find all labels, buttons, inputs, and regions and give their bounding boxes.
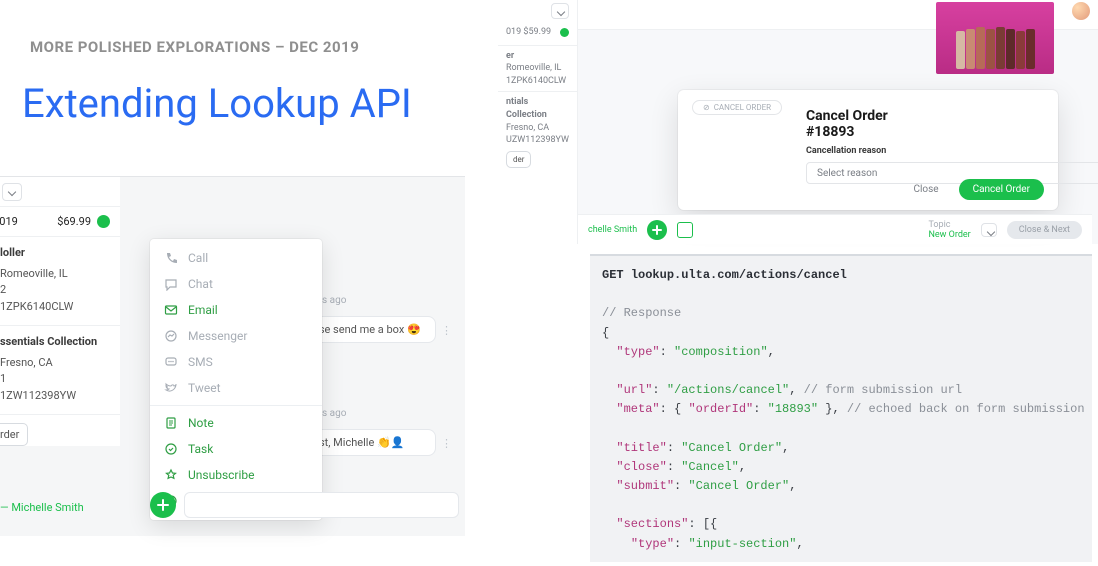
card-title: loller <box>0 245 110 262</box>
cancel-order-modal: ⊘ CANCEL ORDER Cancel Order #18893 Cance… <box>678 90 1058 210</box>
cancel-pill-label: CANCEL ORDER <box>714 103 771 112</box>
status-dot-icon <box>560 28 569 37</box>
right-mock-container: 019 $59.99 er Romeoville, IL 1ZPK6140CLW… <box>498 0 1098 244</box>
dropdown-item-label: Task <box>188 442 213 456</box>
compose-dropdown: Call Chat Email Messenger SMS Tweet Note Task Un… <box>150 239 322 520</box>
page-title: Extending Lookup API <box>22 80 412 127</box>
cancel-order-button[interactable]: Cancel Order <box>959 179 1044 200</box>
dropdown-item-chat[interactable]: Chat <box>150 271 322 297</box>
order-sidebar: der 1, 2019 $69.99 loller Romeoville, IL… <box>0 177 120 446</box>
dropdown-item-messenger[interactable]: Messenger <box>150 323 322 349</box>
sms-icon <box>164 355 178 369</box>
topic-value[interactable]: New Order <box>928 230 970 240</box>
modal-backdrop: ⊘ CANCEL ORDER Cancel Order #18893 Cance… <box>578 0 1098 244</box>
dropdown-item-label: Tweet <box>188 381 221 395</box>
home-icon[interactable] <box>677 222 693 238</box>
dropdown-item-label: Messenger <box>188 329 247 343</box>
modal-title: Cancel Order #18893 <box>806 108 938 140</box>
order-date: 1, 2019 <box>0 215 18 228</box>
dropdown-item-sms[interactable]: SMS <box>150 349 322 375</box>
close-next-button[interactable]: Close & Next <box>1007 221 1082 239</box>
left-mock-container: der 1, 2019 $69.99 loller Romeoville, IL… <box>0 176 465 536</box>
cancel-icon: ⊘ <box>703 103 710 112</box>
order-summary-row[interactable]: 1, 2019 $69.99 <box>0 207 120 237</box>
kebab-icon[interactable]: ⋮ <box>441 324 453 337</box>
phone-icon <box>164 251 178 265</box>
status-dot-icon <box>97 215 110 228</box>
card-title: ssentials Collection <box>0 334 110 351</box>
dropdown-item-label: Unsubscribe <box>188 468 255 482</box>
chevron-down-icon[interactable] <box>981 223 997 237</box>
mini-card-line: Romeoville, IL <box>506 62 569 75</box>
shipment-card[interactable]: ssentials Collection Fresno, CA 1 1ZW112… <box>0 326 120 415</box>
dropdown-item-call[interactable]: Call <box>150 245 322 271</box>
tweet-icon <box>164 381 178 395</box>
mini-card-line: UZW112398YW <box>506 134 569 147</box>
card-line: 2 <box>0 282 110 299</box>
dropdown-item-note[interactable]: Note <box>150 410 322 436</box>
mini-order-button[interactable]: der <box>506 151 531 168</box>
api-response-code: GET lookup.ulta.com/actions/cancel // Re… <box>590 254 1092 562</box>
dropdown-item-unsubscribe[interactable]: Unsubscribe <box>150 462 322 488</box>
dropdown-item-label: Call <box>188 251 208 265</box>
close-button[interactable]: Close <box>903 180 948 199</box>
card-line: 1 <box>0 371 110 388</box>
agent-name: — Michelle Smith <box>0 501 84 514</box>
dropdown-item-email[interactable]: Email <box>150 297 322 323</box>
dropdown-item-label: Note <box>188 416 214 430</box>
compose-plus-button[interactable] <box>647 220 667 240</box>
shipment-card[interactable]: loller Romeoville, IL 2 1ZPK6140CLW <box>0 237 120 326</box>
mini-sidebar: 019 $59.99 er Romeoville, IL 1ZPK6140CLW… <box>498 0 578 244</box>
chat-icon <box>164 277 178 291</box>
topic-label: Topic <box>928 220 950 230</box>
mini-card-line: 1ZPK6140CLW <box>506 75 569 88</box>
message-text: ease send me a box 😍 <box>307 323 421 336</box>
card-line: Romeoville, IL <box>0 266 110 283</box>
mini-price-row: 019 $59.99 <box>506 26 551 39</box>
cancel-order-pill[interactable]: ⊘ CANCEL ORDER <box>692 100 782 115</box>
avatar[interactable] <box>1072 2 1090 20</box>
mini-card-title: ntials Collection <box>506 96 569 121</box>
mini-card-line: Fresno, CA <box>506 122 569 135</box>
star-icon <box>164 468 178 482</box>
chevron-down-icon[interactable] <box>551 3 569 19</box>
select-placeholder: Select reason <box>817 168 877 179</box>
compose-footer: chelle Smith Topic New Order Close & Nex… <box>578 214 1092 244</box>
task-icon <box>164 442 178 456</box>
dropdown-item-label: Chat <box>188 277 213 291</box>
card-line: Fresno, CA <box>0 355 110 372</box>
note-icon <box>164 416 178 430</box>
mail-icon <box>164 303 178 317</box>
kebab-icon[interactable]: ⋮ <box>441 437 453 450</box>
footer-agent-name: chelle Smith <box>588 225 637 235</box>
eyebrow-text: MORE POLISHED EXPLORATIONS – DEC 2019 <box>30 38 359 56</box>
compose-input[interactable] <box>184 492 459 518</box>
dropdown-item-tweet[interactable]: Tweet <box>150 375 322 401</box>
product-image <box>936 2 1054 74</box>
dropdown-item-task[interactable]: Task <box>150 436 322 462</box>
order-button[interactable]: l Order <box>0 423 28 446</box>
sidebar-header: der <box>0 177 120 207</box>
field-label: Cancellation reason <box>806 146 938 156</box>
chevron-down-icon[interactable] <box>2 183 22 201</box>
dropdown-item-label: Email <box>188 303 218 317</box>
card-line: 1ZW112398YW <box>0 388 110 405</box>
order-price: $69.99 <box>57 215 91 228</box>
dropdown-item-label: SMS <box>188 355 213 369</box>
card-line: 1ZPK6140CLW <box>0 299 110 316</box>
compose-plus-button[interactable] <box>150 492 176 518</box>
messenger-icon <box>164 329 178 343</box>
mini-card-title: er <box>506 50 569 63</box>
